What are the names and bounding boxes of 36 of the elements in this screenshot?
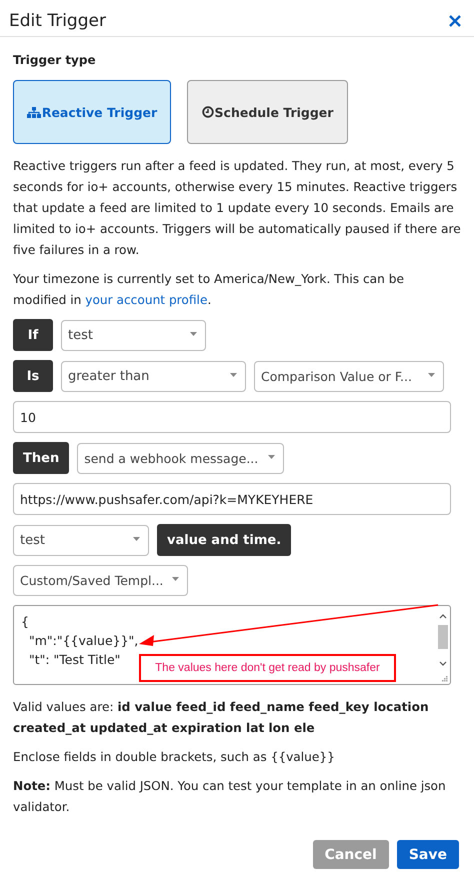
dialog-title: Edit Trigger bbox=[9, 10, 106, 30]
payload-label: value and time. bbox=[157, 524, 292, 556]
timezone-text: Your timezone is currently set to America/New_York. This can be modified in your account profile. bbox=[13, 271, 405, 309]
dropdown[interactable]: Custom/Saved Templ... bbox=[13, 565, 188, 596]
account-profile-link[interactable]: your account profile bbox=[85, 293, 208, 307]
dropdown[interactable]: test bbox=[61, 320, 206, 350]
if-label: If bbox=[13, 319, 53, 351]
template-field[interactable]: { "m":"{{value}}", "t": "Test Title" The values here don't get read by pushsafer bbox=[13, 605, 451, 685]
trigger-type-button[interactable]: Schedule Trigger bbox=[187, 80, 348, 144]
caret-icon bbox=[133, 536, 140, 540]
dropdown[interactable]: send a webhook message... bbox=[77, 442, 284, 474]
clock-icon bbox=[202, 106, 214, 118]
trigger-type-button[interactable]: Reactive Trigger bbox=[13, 80, 171, 144]
is-label: Is bbox=[13, 360, 53, 392]
caret-icon bbox=[172, 577, 179, 581]
save-button[interactable]: Save bbox=[396, 840, 459, 869]
caret-icon bbox=[230, 372, 237, 376]
valid-values-text: Valid values are: id value feed_id feed_name feed_key location created_at updated_at expiration lat lon ele bbox=[13, 699, 430, 737]
caret-icon bbox=[428, 372, 435, 376]
description-text: Reactive triggers run after a feed is updated. They run, at most, every 5 seconds for io+ accounts, otherwise every 15 minutes. Reactive triggers that update a feed are limited to 1 update every 10 seconds. Emails are limited to io+ accounts. Triggers will be automatically paused if there are five failures in a row. bbox=[13, 158, 461, 259]
dropdown[interactable]: Comparison Value or F... bbox=[254, 360, 444, 392]
template-text: { "m":"{{value}}", "t": "Test Title" bbox=[20, 613, 138, 669]
caret-icon bbox=[190, 332, 197, 336]
json-note-text: Note: Must be valid JSON. You can test your template in an online json validator. bbox=[13, 778, 447, 816]
annotation-note: The values here don't get read by pushsafer bbox=[139, 654, 396, 682]
value-field[interactable]: 10 bbox=[13, 401, 451, 433]
url-field[interactable]: https://www.pushsafer.com/api?k=MYKEYHERE bbox=[13, 483, 451, 515]
caret-icon bbox=[268, 454, 276, 458]
then-label: Then bbox=[13, 442, 70, 474]
close-icon[interactable] bbox=[449, 14, 461, 26]
hierarchy-icon bbox=[26, 106, 41, 118]
resize-grip-icon[interactable] bbox=[441, 675, 448, 682]
section-label: Trigger type bbox=[13, 53, 97, 67]
dropdown[interactable]: greater than bbox=[61, 360, 246, 392]
dropdown[interactable]: test bbox=[13, 524, 149, 556]
enclose-text: Enclose fields in double brackets, such as {{value}} bbox=[13, 749, 336, 766]
